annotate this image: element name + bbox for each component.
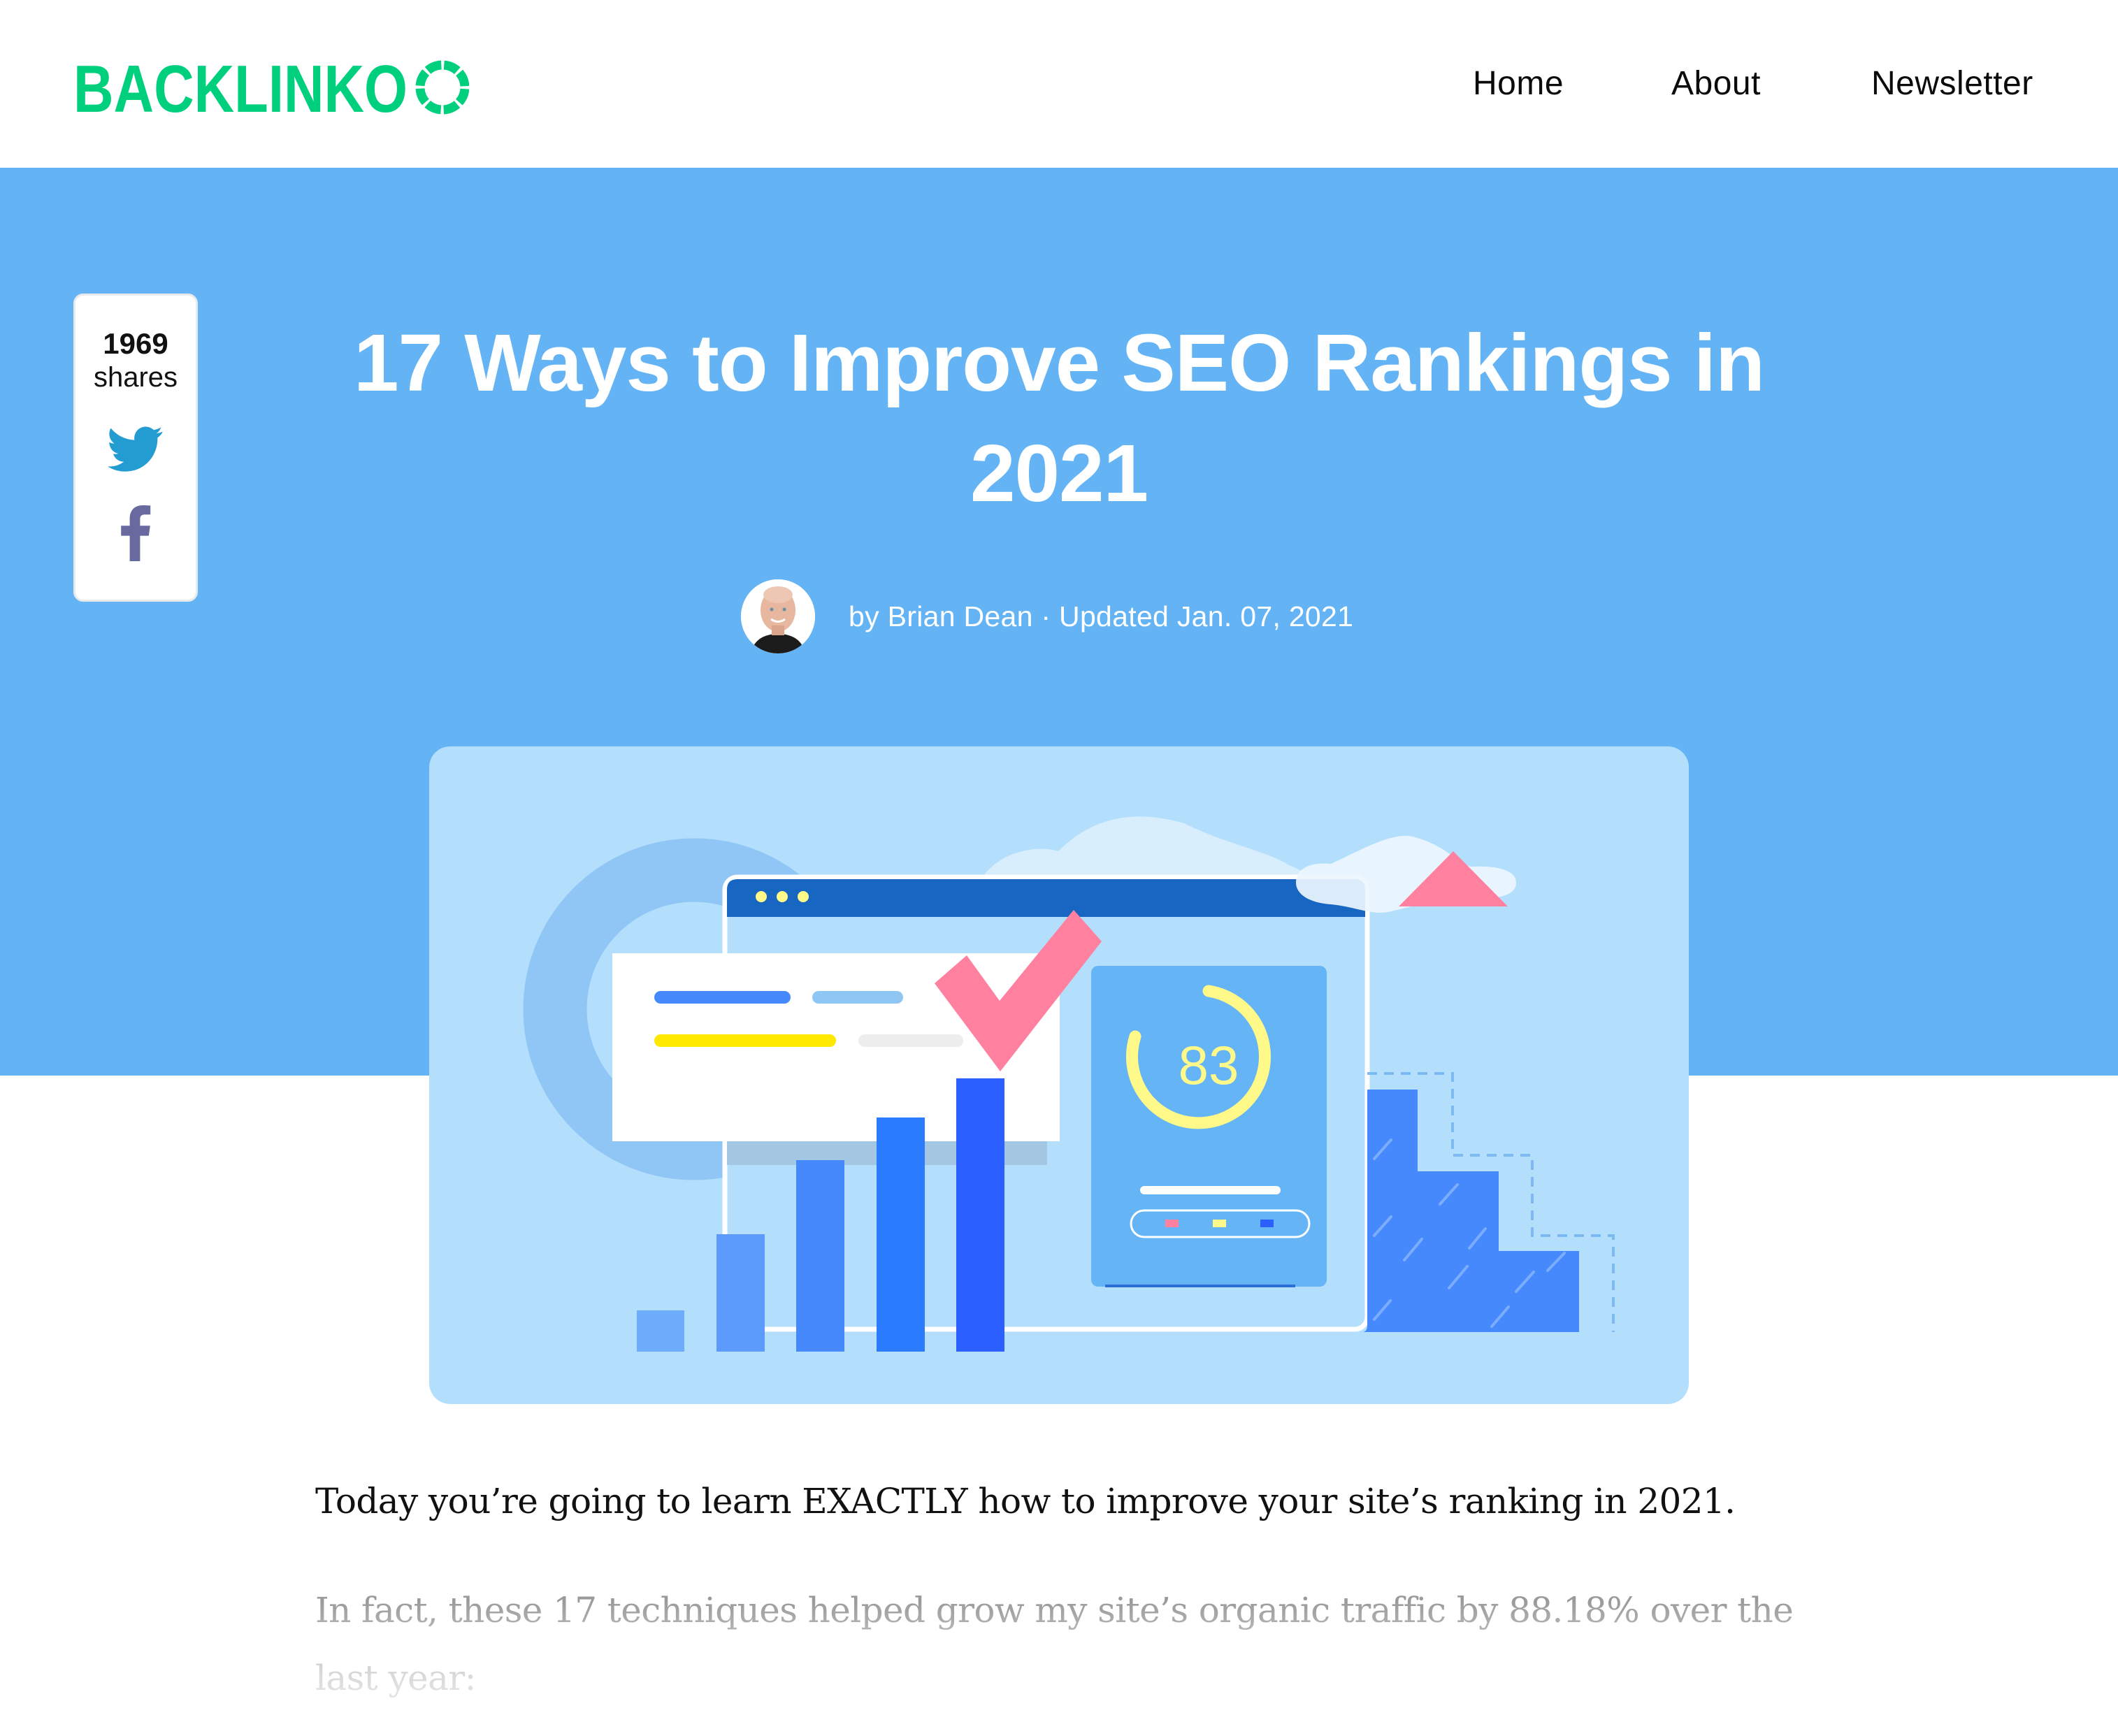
text-line [812, 991, 903, 1004]
share-label: shares [93, 362, 178, 393]
post-title: 17 Ways to Improve SEO Rankings in 2021 [353, 317, 1765, 519]
twitter-bird-icon [108, 426, 163, 472]
text-line [858, 1034, 963, 1047]
score-panel-base [1105, 1285, 1295, 1287]
second-paragraph: In fact, these 17 techniques helped grow… [315, 1590, 1794, 1698]
stairs [1362, 1090, 1579, 1332]
chart-bar [716, 1234, 765, 1352]
legend-swatch [1260, 1220, 1274, 1227]
featured-image: 83 [429, 746, 1689, 1404]
window-dot [798, 891, 809, 902]
facebook-share-button[interactable] [120, 505, 151, 561]
site-header: BACKLINKO Home About Newsletter [0, 0, 2118, 168]
browser-titlebar [727, 879, 1365, 917]
nav-about[interactable]: About [1671, 62, 1761, 106]
share-widget: 1969 shares [73, 294, 198, 602]
share-count: 1969 [103, 327, 168, 360]
byline-text: by Brian Dean · Updated Jan. 07, 2021 [849, 600, 1354, 632]
seo-illustration: 83 [523, 816, 1615, 1352]
legend-swatch [1165, 1220, 1179, 1227]
chart-bar [956, 1078, 1004, 1352]
facebook-f-icon [121, 505, 151, 561]
legend-swatch [1213, 1220, 1226, 1227]
chart-bar [637, 1310, 684, 1352]
text-line [654, 991, 791, 1004]
main-nav: Home About Newsletter [0, 62, 2118, 106]
nav-home[interactable]: Home [1473, 62, 1564, 106]
nav-newsletter[interactable]: Newsletter [1871, 62, 2033, 106]
window-dot [756, 891, 767, 902]
chart-bar [877, 1117, 925, 1352]
twitter-share-button[interactable] [108, 426, 164, 473]
author-avatar[interactable] [741, 579, 815, 653]
byline: by Brian Dean · Updated Jan. 07, 2021 [741, 579, 1353, 654]
author-photo [741, 579, 815, 653]
score-value: 83 [1179, 1034, 1239, 1096]
chart-bar [796, 1160, 844, 1352]
score-bar [1140, 1186, 1281, 1194]
text-line [654, 1034, 836, 1047]
window-dot [777, 891, 788, 902]
intro-paragraph: Today you’re going to learn EXACTLY how … [315, 1481, 1736, 1521]
